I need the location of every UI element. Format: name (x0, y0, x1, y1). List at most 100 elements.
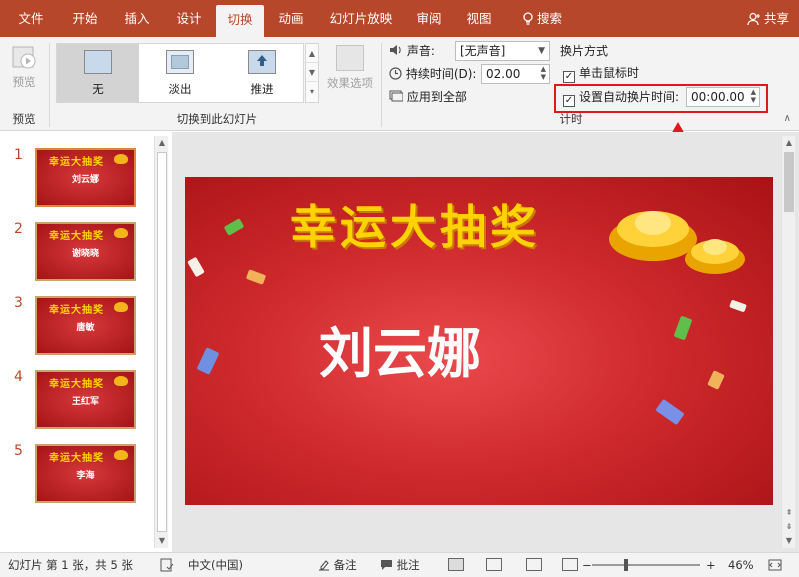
search-icon (522, 11, 537, 26)
clock-icon (389, 67, 402, 81)
duration-input[interactable]: 02.00 ▲ ▼ (481, 64, 550, 84)
reading-view-icon[interactable] (526, 558, 542, 571)
prev-slide-icon[interactable]: ⇞ (782, 506, 796, 520)
normal-view-icon[interactable] (448, 558, 464, 571)
spellcheck-icon[interactable] (160, 553, 174, 577)
confetti (707, 370, 725, 390)
zoom-slider[interactable] (592, 564, 700, 566)
slide-sorter-icon[interactable] (486, 558, 502, 571)
tab-review[interactable]: 审阅 (406, 0, 452, 37)
slide-number: 3 (14, 295, 23, 311)
sound-select[interactable]: [无声音] ▼ (455, 41, 550, 61)
slide-thumbnail-3[interactable]: 幸运大抽奖 唐敏 (35, 296, 136, 355)
effect-options-label: 效果选项 (327, 76, 373, 90)
slide-count-info: 幻灯片 第 1 张，共 5 张 (8, 558, 133, 572)
gallery-scroll[interactable]: ▲ ▼ ▾ (305, 43, 319, 103)
duration-spinner[interactable]: ▲ ▼ (541, 65, 546, 81)
advance-heading: 换片方式 (560, 44, 609, 58)
slide-thumbnail-4[interactable]: 幸运大抽奖 王红军 (35, 370, 136, 429)
gold-ingot-icon (114, 154, 128, 164)
confetti (655, 398, 685, 426)
slide-thumbnail-5[interactable]: 幸运大抽奖 李海 (35, 444, 136, 503)
thumb-title: 幸运大抽奖 (49, 157, 104, 168)
scrollbar-thumb[interactable] (784, 152, 794, 212)
next-slide-icon[interactable]: ⇟ (782, 520, 796, 534)
slide-number: 2 (14, 221, 23, 237)
tab-insert[interactable]: 插入 (114, 0, 160, 37)
tab-animations[interactable]: 动画 (268, 0, 314, 37)
transitions-group-label: 切换到此幻灯片 (176, 112, 258, 126)
tab-view[interactable]: 视图 (456, 0, 502, 37)
status-bar: 幻灯片 第 1 张，共 5 张 中文(中国) 备注 批注 − + 46% (0, 552, 799, 577)
gallery-up-icon[interactable]: ▲ (306, 44, 318, 63)
preview-button[interactable]: 预览 (6, 43, 42, 98)
tab-design[interactable]: 设计 (166, 0, 212, 37)
effect-options-button[interactable]: 效果选项 (322, 43, 378, 101)
thumb-name: 谢晓晓 (71, 249, 99, 259)
tab-file[interactable]: 文件 (8, 0, 54, 37)
language-indicator[interactable]: 中文(中国) (188, 553, 243, 577)
transition-none[interactable]: 无 (57, 44, 139, 102)
thumbnail-scrollbar[interactable]: ▲ ▼ (154, 136, 168, 548)
effect-options-icon (336, 45, 364, 71)
scroll-down-icon[interactable]: ▼ (155, 534, 169, 548)
sound-icon (389, 44, 403, 58)
confetti (187, 256, 205, 278)
zoom-slider-handle[interactable] (624, 559, 628, 571)
chevron-down-icon: ▼ (538, 46, 545, 56)
editor-scrollbar[interactable]: ▲ ⇞ ⇟ ▼ (781, 136, 795, 548)
zoom-level[interactable]: 46% (728, 553, 754, 577)
zoom-out-button[interactable]: − (582, 553, 592, 577)
notes-icon (318, 558, 330, 572)
thumb-name: 唐敏 (76, 323, 95, 333)
scrollbar-thumb[interactable] (157, 152, 167, 532)
tab-home[interactable]: 开始 (62, 0, 108, 37)
transition-none-icon (84, 50, 112, 74)
slide-title[interactable]: 幸运大抽奖 (290, 191, 540, 257)
on-click-label: 单击鼠标时 (579, 66, 640, 80)
apply-all-icon (389, 90, 404, 104)
tab-search[interactable]: 搜索 (512, 0, 572, 37)
collapse-ribbon-icon[interactable]: ∧ (784, 113, 791, 124)
group-divider (49, 43, 50, 127)
transition-push[interactable]: 推进 (221, 44, 303, 102)
transition-gallery: 无 淡出 推进 (56, 43, 304, 103)
gallery-down-icon[interactable]: ▼ (306, 63, 318, 82)
tab-slideshow[interactable]: 幻灯片放映 (322, 0, 400, 37)
current-slide[interactable]: 幸运大抽奖 刘云娜 (185, 177, 773, 505)
scroll-up-icon[interactable]: ▲ (155, 136, 169, 150)
transition-push-icon (248, 50, 276, 74)
gold-ingot-icon (114, 450, 128, 460)
thumb-title: 幸运大抽奖 (49, 231, 104, 242)
preview-group-label: 预览 (12, 112, 36, 126)
transition-fade-icon (166, 50, 194, 74)
thumb-title: 幸运大抽奖 (49, 453, 104, 464)
fit-window-icon[interactable] (768, 553, 782, 577)
gallery-more-icon[interactable]: ▾ (306, 82, 318, 101)
duration-value: 02.00 (486, 67, 521, 81)
on-click-option[interactable]: ✓ 单击鼠标时 (563, 63, 639, 83)
apply-all-label: 应用到全部 (406, 90, 467, 104)
transition-fade[interactable]: 淡出 (139, 44, 221, 102)
notes-button[interactable]: 备注 (318, 553, 357, 577)
share-button[interactable]: 共享 (747, 0, 789, 37)
transition-none-label: 无 (92, 82, 104, 96)
sound-row: 声音: (389, 41, 435, 61)
slide-thumbnail-1[interactable]: 幸运大抽奖 刘云娜 (35, 148, 136, 207)
slide-winner-name[interactable]: 刘云娜 (185, 309, 615, 388)
checkbox-icon[interactable]: ✓ (563, 71, 575, 83)
apply-all-button[interactable]: 应用到全部 (389, 87, 467, 107)
slide-thumbnail-2[interactable]: 幸运大抽奖 谢晓晓 (35, 222, 136, 281)
zoom-in-button[interactable]: + (706, 553, 716, 577)
annotation-highlight-box (554, 84, 768, 113)
scroll-up-icon[interactable]: ▲ (782, 136, 796, 150)
scroll-down-icon[interactable]: ▼ (782, 534, 796, 548)
tab-transitions[interactable]: 切换 (216, 5, 264, 37)
transition-fade-label: 淡出 (168, 82, 192, 96)
thumb-title: 幸运大抽奖 (49, 379, 104, 390)
slideshow-icon[interactable] (562, 558, 578, 571)
sound-value: [无声音] (460, 44, 506, 58)
gold-ingot-icon (609, 211, 745, 274)
comments-button[interactable]: 批注 (380, 553, 420, 577)
thumb-name: 王红军 (71, 397, 99, 407)
